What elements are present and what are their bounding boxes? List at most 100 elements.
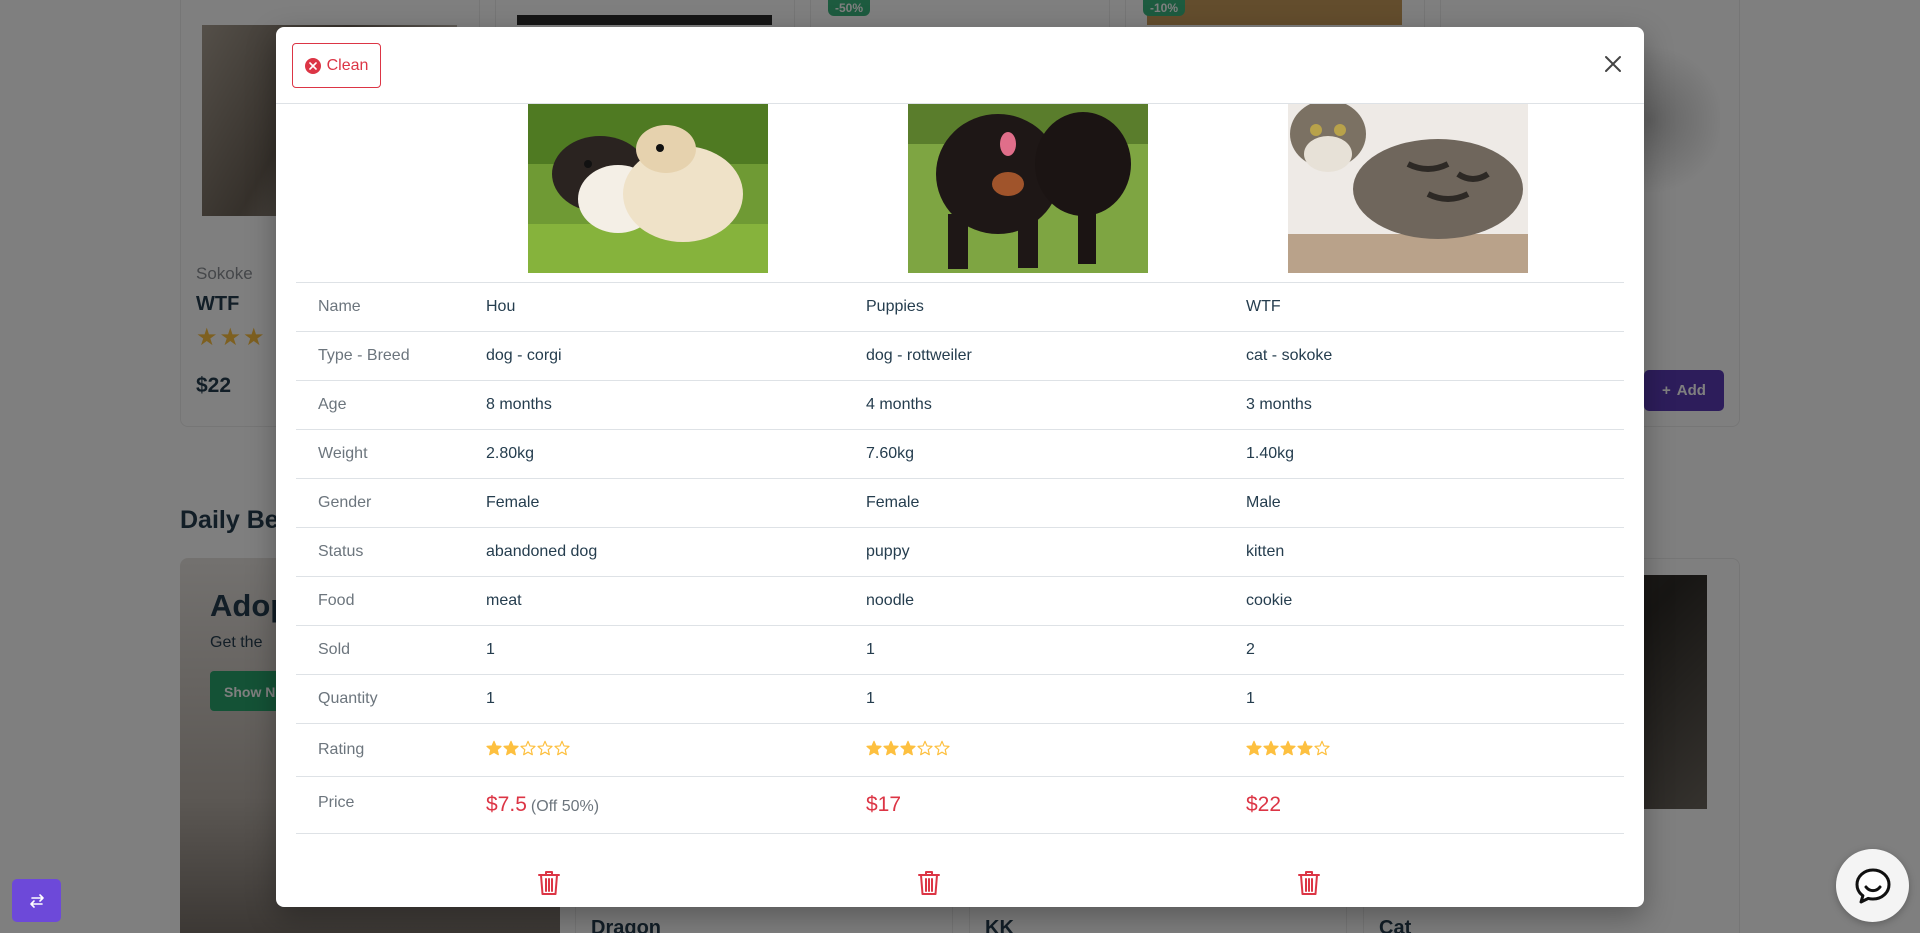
discount-text: (Off 50%) <box>530 798 600 815</box>
cell-price: $7.5 (Off 50%) <box>486 776 866 834</box>
clear-circle-icon <box>304 57 321 74</box>
row-label: Rating <box>296 723 486 777</box>
price-value: $17 <box>866 793 902 816</box>
table-row: Weight 2.80kg 7.60kg 1.40kg <box>296 429 1624 479</box>
table-row: Type - Breed dog - corgi dog - rottweile… <box>296 331 1624 381</box>
compare-table: Name Hou Puppies WTF Type - Breed dog - … <box>296 282 1624 834</box>
table-row: Name Hou Puppies WTF <box>296 282 1624 332</box>
row-label: Status <box>296 527 486 577</box>
row-label: Gender <box>296 478 486 528</box>
trash-icon <box>538 871 560 895</box>
row-label: Quantity <box>296 674 486 724</box>
cell-quantity: 1 <box>866 674 1246 724</box>
modal-header: Clean <box>276 27 1644 104</box>
star-outline-icon <box>537 740 553 755</box>
cell-weight: 1.40kg <box>1246 429 1624 479</box>
trash-icon <box>918 871 940 895</box>
cell-age: 3 months <box>1246 380 1624 430</box>
row-label: Type - Breed <box>296 331 486 381</box>
cell-gender: Female <box>486 478 866 528</box>
star-filled-icon <box>883 740 899 755</box>
star-filled-icon <box>1263 740 1279 755</box>
cell-status: kitten <box>1246 527 1624 577</box>
cell-sold: 1 <box>486 625 866 675</box>
table-row: Quantity 1 1 1 <box>296 674 1624 724</box>
star-filled-icon <box>900 740 916 755</box>
star-filled-icon <box>486 740 502 755</box>
switch-button[interactable] <box>12 879 61 922</box>
star-filled-icon <box>1246 740 1262 755</box>
trash-icon <box>1298 871 1320 895</box>
star-outline-icon <box>934 740 950 755</box>
clean-label: Clean <box>326 56 369 74</box>
remove-button[interactable] <box>1297 869 1321 897</box>
remove-button[interactable] <box>917 869 941 897</box>
cell-gender: Male <box>1246 478 1624 528</box>
clean-button[interactable]: Clean <box>292 43 381 88</box>
rating-stars-icon <box>866 740 950 756</box>
star-outline-icon <box>1314 740 1330 755</box>
compare-modal: Clean Name Hou Puppies WTF Type - Breed … <box>276 27 1644 907</box>
row-label: Age <box>296 380 486 430</box>
cell-status: puppy <box>866 527 1246 577</box>
cell-rating <box>866 723 1246 777</box>
cell-food: cookie <box>1246 576 1624 626</box>
cell-age: 4 months <box>866 380 1246 430</box>
cell-type-breed: dog - corgi <box>486 331 866 381</box>
price-value: $22 <box>1246 793 1282 816</box>
cell-type-breed: dog - rottweiler <box>866 331 1246 381</box>
pet-image-rottweiler <box>908 104 1148 273</box>
table-row: Price $7.5 (Off 50%) $17 $22 <box>296 776 1624 834</box>
cell-age: 8 months <box>486 380 866 430</box>
row-label: Sold <box>296 625 486 675</box>
cell-name: Hou <box>486 282 866 332</box>
cell-name: Puppies <box>866 282 1246 332</box>
table-row: Age 8 months 4 months 3 months <box>296 380 1624 430</box>
table-row: Sold 1 1 2 <box>296 625 1624 675</box>
cell-food: noodle <box>866 576 1246 626</box>
remove-row <box>296 861 1624 905</box>
cell-food: meat <box>486 576 866 626</box>
swap-arrows-icon <box>29 893 44 908</box>
rating-stars-icon <box>1246 740 1330 756</box>
chat-bubble-icon <box>1855 868 1890 903</box>
close-button[interactable] <box>1602 53 1624 75</box>
row-label: Price <box>296 776 486 834</box>
cell-name: WTF <box>1246 282 1624 332</box>
table-row: Food meat noodle cookie <box>296 576 1624 626</box>
star-outline-icon <box>554 740 570 755</box>
cell-weight: 7.60kg <box>866 429 1246 479</box>
star-filled-icon <box>1280 740 1296 755</box>
chat-button[interactable] <box>1836 849 1909 922</box>
cell-price: $22 <box>1246 776 1624 834</box>
rating-stars-icon <box>486 740 570 756</box>
remove-button[interactable] <box>537 869 561 897</box>
table-row: Gender Female Female Male <box>296 478 1624 528</box>
cell-rating <box>486 723 866 777</box>
price-value: $7.5 <box>486 793 527 816</box>
row-label: Name <box>296 282 486 332</box>
star-filled-icon <box>866 740 882 755</box>
cell-status: abandoned dog <box>486 527 866 577</box>
row-label: Food <box>296 576 486 626</box>
cell-sold: 2 <box>1246 625 1624 675</box>
cell-price: $17 <box>866 776 1246 834</box>
cell-rating <box>1246 723 1624 777</box>
cell-quantity: 1 <box>486 674 866 724</box>
pet-image-corgi <box>528 104 768 273</box>
cell-quantity: 1 <box>1246 674 1624 724</box>
cell-sold: 1 <box>866 625 1246 675</box>
star-outline-icon <box>520 740 536 755</box>
cell-weight: 2.80kg <box>486 429 866 479</box>
cell-type-breed: cat - sokoke <box>1246 331 1624 381</box>
row-label: Weight <box>296 429 486 479</box>
star-filled-icon <box>1297 740 1313 755</box>
compare-table-container: Name Hou Puppies WTF Type - Breed dog - … <box>296 104 1624 907</box>
close-icon <box>1605 56 1621 72</box>
cell-gender: Female <box>866 478 1246 528</box>
table-row: Status abandoned dog puppy kitten <box>296 527 1624 577</box>
table-row: Rating <box>296 723 1624 777</box>
star-outline-icon <box>917 740 933 755</box>
star-filled-icon <box>503 740 519 755</box>
pet-image-cat <box>1288 104 1528 273</box>
